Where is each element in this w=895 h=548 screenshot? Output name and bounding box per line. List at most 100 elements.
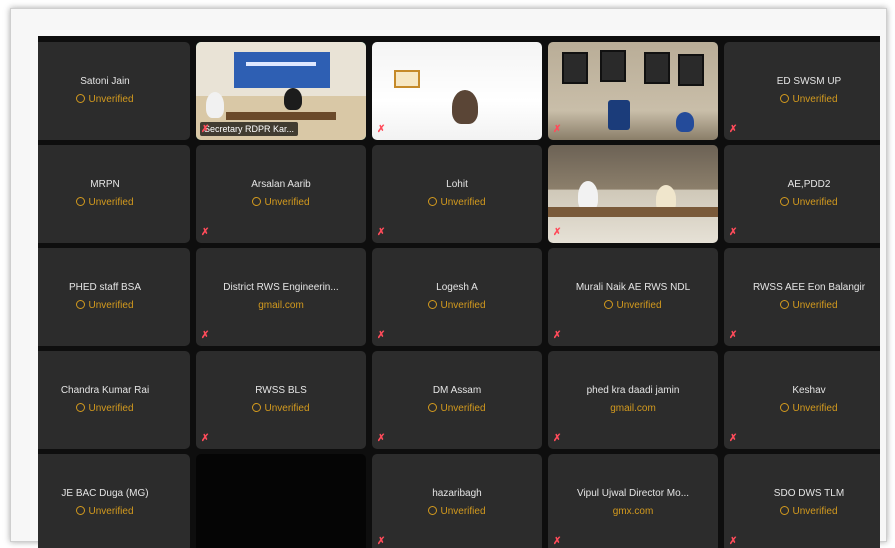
meeting-gallery-view: Satoni JainUnverified✗Secretary RDPR Kar… <box>38 36 880 548</box>
participant-tile[interactable]: ✗ <box>548 42 718 140</box>
table <box>548 207 718 217</box>
clock-icon <box>428 403 438 412</box>
participant-tile[interactable]: ED SWSM UP Unverified ✗ <box>724 42 880 140</box>
unverified-badge: Unverified <box>372 197 542 208</box>
participant-tile[interactable]: Arsalan Aarib Unverified ✗ <box>196 145 366 243</box>
participant-name: RWSS BLS <box>255 385 307 396</box>
mic-muted-icon: ✗ <box>553 124 562 135</box>
mic-muted-icon: ✗ <box>201 227 210 238</box>
participant-video <box>548 145 718 243</box>
participant-name: Satoni Jain <box>80 76 130 87</box>
participant-status-text: Unverified <box>616 300 662 311</box>
mic-muted-icon: ✗ <box>377 433 386 444</box>
participant-tile[interactable]: RWSS AEE Eon Balangir Unverified ✗ <box>724 248 880 346</box>
participant-tile[interactable]: phed kra daadi jamin gmail.com ✗ <box>548 351 718 449</box>
participant-name: Chandra Kumar Rai <box>60 385 150 396</box>
participant-status-text: Unverified <box>792 94 838 105</box>
unverified-badge: Unverified <box>38 300 190 311</box>
mic-muted-icon: ✗ <box>553 330 562 341</box>
wall-photo <box>678 54 704 86</box>
participant-tile[interactable]: JE BAC Duga (MG)Unverified✗ <box>38 454 190 548</box>
clock-icon <box>76 197 86 206</box>
unverified-badge: Unverified <box>724 197 880 208</box>
mic-muted-icon: ✗ <box>377 227 386 238</box>
clock-icon <box>252 197 262 206</box>
mic-muted-icon: ✗ <box>201 330 210 341</box>
mic-muted-icon: ✗ <box>729 330 738 341</box>
participant-name: PHED staff BSA <box>68 282 142 293</box>
person-figure <box>206 92 224 118</box>
participant-status-text: Unverified <box>88 506 134 517</box>
clock-icon <box>780 94 790 103</box>
participant-name: MRPN <box>90 179 120 190</box>
mic-muted-icon: ✗ <box>729 227 738 238</box>
wall-frame <box>394 70 420 88</box>
participant-tile[interactable]: Keshav Unverified ✗ <box>724 351 880 449</box>
participant-tile[interactable]: Satoni JainUnverified✗ <box>38 42 190 140</box>
participant-tile[interactable] <box>196 454 366 548</box>
participant-tile[interactable]: PHED staff BSAUnverified✗ <box>38 248 190 346</box>
participant-status-text: Unverified <box>440 403 486 414</box>
participant-tile[interactable]: Chandra Kumar RaiUnverified✗ <box>38 351 190 449</box>
clock-icon <box>604 300 614 309</box>
participant-name: ED SWSM UP <box>776 76 842 87</box>
participant-status-text: Unverified <box>88 300 134 311</box>
participant-name: Logesh A <box>436 282 478 293</box>
participant-tile[interactable]: SDO DWS TLM Unverified ✗ <box>724 454 880 548</box>
clock-icon <box>252 403 262 412</box>
mic-muted-icon: ✗ <box>729 124 738 135</box>
participant-tile[interactable]: Lohit Unverified ✗ <box>372 145 542 243</box>
participant-email-domain: gmx.com <box>548 506 718 517</box>
participant-name-overlay: Secretary RDPR Kar... <box>200 122 299 136</box>
participant-grid: Satoni JainUnverified✗Secretary RDPR Kar… <box>38 36 880 548</box>
wall-photo <box>600 50 626 82</box>
participant-name: Murali Naik AE RWS NDL <box>575 282 691 293</box>
clock-icon <box>780 403 790 412</box>
participant-tile[interactable]: District RWS Engineerin... gmail.com ✗ <box>196 248 366 346</box>
participant-status-text: Unverified <box>792 300 838 311</box>
mic-muted-icon: ✗ <box>553 433 562 444</box>
clock-icon <box>780 506 790 515</box>
screenshot-frame: Satoni JainUnverified✗Secretary RDPR Kar… <box>10 8 887 548</box>
participant-status-text: Unverified <box>440 506 486 517</box>
participant-tile[interactable]: DM Assam Unverified ✗ <box>372 351 542 449</box>
participant-name: RWSS AEE Eon Balangir <box>752 282 866 293</box>
participant-email-domain: gmail.com <box>196 300 366 311</box>
participant-tile[interactable]: Secretary RDPR Kar... ✗ <box>196 42 366 140</box>
participant-tile[interactable]: Murali Naik AE RWS NDL Unverified ✗ <box>548 248 718 346</box>
unverified-badge: Unverified <box>724 403 880 414</box>
participant-tile[interactable]: hazaribagh Unverified ✗ <box>372 454 542 548</box>
mic-muted-icon: ✗ <box>729 536 738 547</box>
participant-status-text: Unverified <box>264 197 310 208</box>
clock-icon <box>428 300 438 309</box>
participant-tile[interactable]: Logesh A Unverified ✗ <box>372 248 542 346</box>
unverified-badge: Unverified <box>372 506 542 517</box>
participant-tile[interactable]: MRPNUnverified✗ <box>38 145 190 243</box>
participant-tile[interactable]: RWSS BLS Unverified ✗ <box>196 351 366 449</box>
participant-status-text: gmail.com <box>610 403 656 414</box>
participant-tile[interactable]: AE,PDD2 Unverified ✗ <box>724 145 880 243</box>
mic-muted-icon: ✗ <box>377 124 386 135</box>
clock-icon <box>76 94 86 103</box>
mic-muted-icon: ✗ <box>377 330 386 341</box>
participant-name: Lohit <box>446 179 468 190</box>
unverified-badge: Unverified <box>372 300 542 311</box>
participant-status-text: Unverified <box>792 197 838 208</box>
participant-name: hazaribagh <box>432 488 482 499</box>
mic-muted-icon: ✗ <box>729 433 738 444</box>
unverified-badge: Unverified <box>196 197 366 208</box>
unverified-badge: Unverified <box>38 506 190 517</box>
participant-tile[interactable]: ✗ <box>548 145 718 243</box>
wall-photo <box>562 52 588 84</box>
person-figure <box>284 88 302 110</box>
unverified-badge: Unverified <box>196 403 366 414</box>
unverified-badge: Unverified <box>548 300 718 311</box>
participant-tile[interactable]: ✗ <box>372 42 542 140</box>
participant-status-text: Unverified <box>792 506 838 517</box>
unverified-badge: Unverified <box>38 403 190 414</box>
participant-tile[interactable]: Vipul Ujwal Director Mo... gmx.com ✗ <box>548 454 718 548</box>
wall-photo <box>644 52 670 84</box>
participant-status-text: Unverified <box>440 197 486 208</box>
participant-video <box>372 42 542 140</box>
participant-status-text: Unverified <box>264 403 310 414</box>
